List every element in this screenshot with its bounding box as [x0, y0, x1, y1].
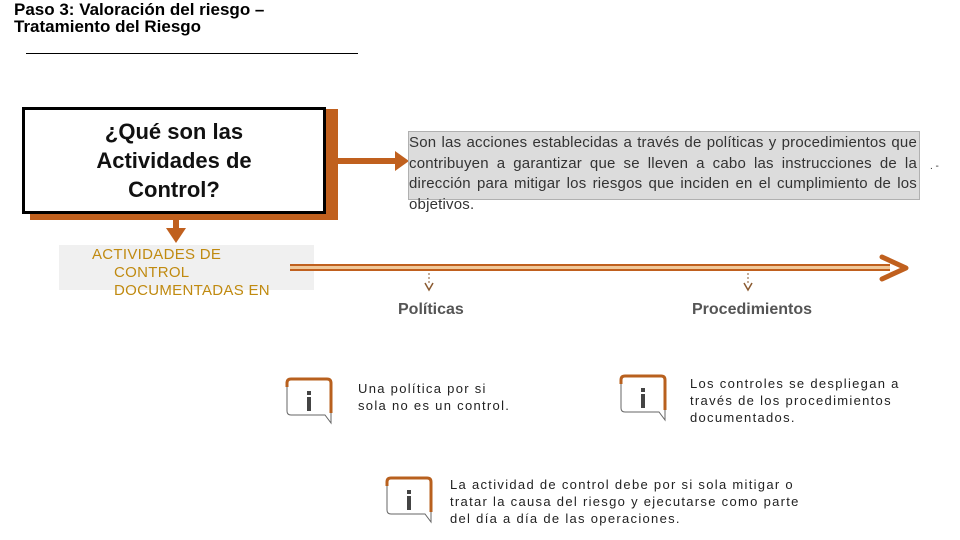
- arrow-right-icon-shaft: [338, 158, 400, 164]
- documented-line-1: ACTIVIDADES DE: [92, 246, 222, 263]
- category-procedimientos: Procedimientos: [692, 301, 813, 318]
- documented-line-3: DOCUMENTADAS EN: [114, 282, 270, 299]
- note-procedimientos: Los controles se despliegan a través de …: [690, 376, 900, 425]
- title-divider: [26, 53, 358, 54]
- question-line-1: ¿Qué son las: [104, 119, 244, 144]
- note-actividad-control: La actividad de control debe por si sola…: [450, 477, 800, 526]
- side-mark: . -: [930, 161, 939, 172]
- info-icon: [385, 476, 433, 524]
- question-line-2: Actividades de: [96, 148, 252, 173]
- category-politicas: Políticas: [398, 301, 464, 318]
- timeline-arrow-line-bottom: [290, 269, 890, 271]
- documented-line-2: CONTROL: [114, 264, 190, 281]
- question-text: ¿Qué son las Actividades de Control?: [96, 117, 251, 204]
- arrow-right-icon: [395, 151, 409, 171]
- documented-label: ACTIVIDADES DE CONTROL DOCUMENTADAS EN: [92, 246, 270, 300]
- page-title: Paso 3: Valoración del riesgo – Tratamie…: [14, 1, 264, 35]
- definition-text: Son las acciones establecidas a través d…: [409, 134, 917, 213]
- arrow-down-icon: [166, 228, 186, 243]
- timeline-arrow-line-top: [290, 264, 890, 266]
- question-line-3: Control?: [128, 177, 220, 202]
- info-icon: [619, 374, 667, 422]
- dashed-arrow-down-icon: [743, 273, 753, 292]
- page-title-line-1: Paso 3: Valoración del riesgo –: [14, 0, 265, 19]
- timeline-arrowhead-icon: [879, 254, 909, 282]
- question-box: ¿Qué son las Actividades de Control?: [22, 107, 326, 214]
- dashed-arrow-down-icon: [424, 273, 434, 292]
- page-title-line-2: Tratamiento del Riesgo: [14, 17, 202, 36]
- note-politica: Una política por si sola no es un contro…: [358, 381, 511, 413]
- info-icon: [285, 377, 333, 425]
